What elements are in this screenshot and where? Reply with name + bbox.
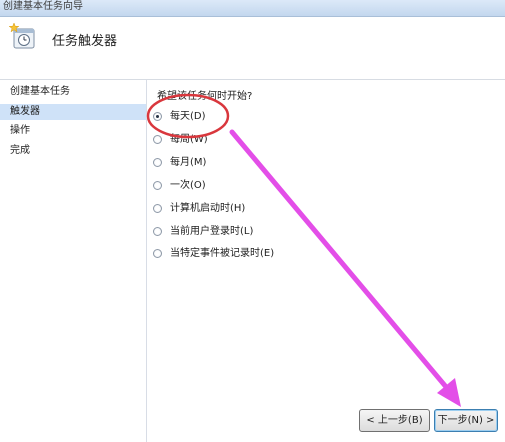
radio-label[interactable]: 计算机启动时(H)	[170, 201, 245, 217]
next-button[interactable]: 下一步(N) >	[434, 409, 498, 432]
radio-button-checked[interactable]	[153, 112, 162, 121]
radio-button[interactable]	[153, 135, 162, 144]
radio-button[interactable]	[153, 204, 162, 213]
radio-button[interactable]	[153, 249, 162, 258]
radio-label[interactable]: 一次(O)	[170, 178, 206, 194]
radio-label[interactable]: 每周(W)	[170, 132, 208, 148]
sidebar-item-trigger: 触发器	[0, 104, 146, 120]
radio-button[interactable]	[153, 158, 162, 167]
title-bar: 创建基本任务向导	[0, 0, 505, 17]
radio-label[interactable]: 当特定事件被记录时(E)	[170, 246, 274, 262]
radio-button[interactable]	[153, 181, 162, 190]
page-title: 任务触发器	[52, 34, 118, 49]
radio-label[interactable]: 每月(M)	[170, 155, 206, 171]
task-scheduler-clock-icon	[8, 22, 35, 49]
trigger-question-label: 希望该任务何时开始?	[157, 91, 253, 102]
radio-label[interactable]: 每天(D)	[170, 109, 206, 125]
wizard-header: 任务触发器	[0, 17, 505, 80]
arrowhead	[437, 378, 461, 407]
wizard-steps-sidebar: 创建基本任务 触发器 操作 完成	[0, 80, 147, 442]
radio-label[interactable]: 当前用户登录时(L)	[170, 224, 253, 240]
sidebar-item-action: 操作	[10, 125, 30, 136]
sidebar-item-finish: 完成	[10, 145, 30, 156]
back-button[interactable]: < 上一步(B)	[359, 409, 430, 432]
window-title: 创建基本任务向导	[3, 1, 83, 12]
sidebar-item-create-basic-task: 创建基本任务	[10, 86, 70, 97]
radio-button[interactable]	[153, 227, 162, 236]
pointer-arrow	[229, 129, 455, 397]
